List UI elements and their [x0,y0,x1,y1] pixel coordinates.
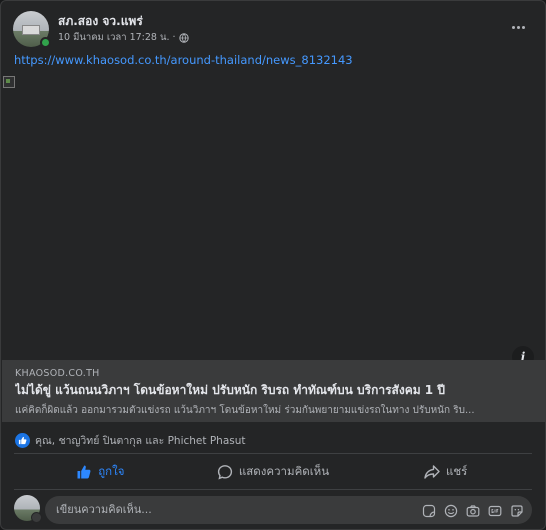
comment-composer: เขียนความคิดเห็น... [14,495,532,525]
action-bar: ถูกใจ แสดงความคิดเห็น แชร์ [14,457,532,487]
thumbs-up-icon [77,465,91,479]
link-domain: KHAOSOD.CO.TH [15,368,100,379]
link-preview-caption[interactable]: KHAOSOD.CO.TH ไม่ได้ขู่ แว้นถนนวิภาฯ โดน… [2,360,545,422]
camera-icon[interactable] [466,503,480,517]
comment-icon [217,465,232,480]
link-description: แค่คิดก็ผิดแล้ว ออกมารวมตัวแข่งรถ แว้นวิ… [15,405,475,416]
gif-icon[interactable] [488,503,502,517]
divider [14,489,532,490]
emoji-icon[interactable] [444,503,458,518]
more-options-icon[interactable] [511,17,529,31]
share-icon [424,465,440,479]
page-name[interactable]: สภ.สอง จว.แพร่ [58,12,143,31]
globe-icon [178,32,189,43]
share-button[interactable]: แชร์ [359,457,532,487]
like-icon [15,432,30,448]
reaction-summary[interactable]: คุณ, ชาญวิทย์ ปินตากุล และ Phichet Phasu… [15,432,246,448]
post-link[interactable]: https://www.khaosod.co.th/around-thailan… [14,53,353,67]
comment-button[interactable]: แสดงความคิดเห็น [187,457,360,487]
link-preview-image[interactable]: i [2,74,545,368]
chevron-down-icon[interactable] [31,512,42,523]
divider [14,453,532,454]
post-timestamp[interactable]: 10 มีนาคม เวลา 17:28 น. · [58,30,176,45]
post-card: สภ.สอง จว.แพร่ 10 มีนาคม เวลา 17:28 น. ·… [0,0,546,530]
post-meta: 10 มีนาคม เวลา 17:28 น. · [58,30,189,45]
like-button[interactable]: ถูกใจ [14,457,187,487]
post-header: สภ.สอง จว.แพร่ 10 มีนาคม เวลา 17:28 น. · [13,11,533,48]
link-title: ไม่ได้ขู่ แว้นถนนวิภาฯ โดนข้อหาใหม่ ปรับ… [15,383,445,397]
online-status-icon [40,37,51,48]
reaction-text: คุณ, ชาญวิทย์ ปินตากุล และ Phichet Phasu… [35,434,246,447]
comment-tools [422,503,524,518]
broken-image-icon [3,76,15,88]
sticker-smile-icon[interactable] [510,503,524,517]
sticker-icon[interactable] [422,503,436,518]
